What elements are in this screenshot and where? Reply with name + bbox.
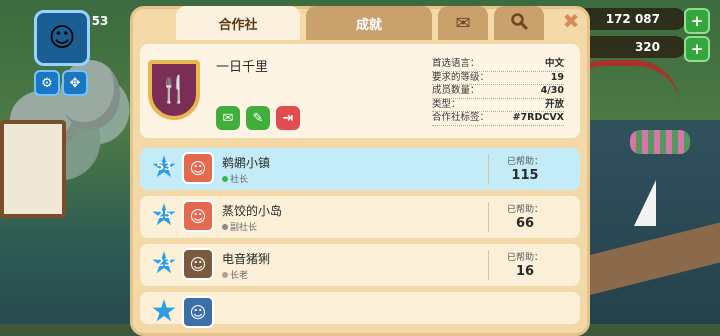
- gems-counter: 320: [576, 36, 686, 58]
- tab-coop[interactable]: 合作社: [176, 6, 300, 40]
- club-info-card: 🍴 一日千里 ✉ ✎ ⇥ 首选语言： 中文 要求的等级： 19 成员数量： 4/30 …: [140, 44, 580, 138]
- stat-value: 4/30: [540, 85, 564, 96]
- help-label: 已帮助：: [506, 205, 543, 215]
- member-level: 53: [156, 160, 172, 173]
- gems-value: 320: [634, 40, 660, 54]
- stat-label: 合作社标签：: [432, 112, 490, 123]
- fork-knife-icon: 🍴: [157, 75, 191, 105]
- member-name: 鹈鹕小镇: [222, 156, 271, 170]
- stat-member-count: 成员数量： 4/30: [432, 85, 564, 99]
- exit-icon: ⇥: [282, 110, 294, 126]
- close-icon: ✖: [562, 9, 580, 33]
- close-button[interactable]: ✖: [562, 9, 580, 33]
- pencil-icon: ✎: [252, 110, 264, 126]
- settings-button[interactable]: ⚙: [34, 70, 60, 96]
- help-count: 16: [515, 264, 535, 279]
- member-name: 蒸饺的小岛: [222, 204, 283, 218]
- divider: [488, 250, 489, 280]
- tab-coop-label: 合作社: [218, 17, 258, 33]
- player-level: 53: [91, 14, 109, 28]
- stat-type: 类型： 开放: [432, 98, 564, 112]
- divider: [488, 202, 489, 232]
- tab-achievements-label: 成就: [355, 17, 382, 33]
- stat-value: 开放: [544, 98, 564, 110]
- tab-achievements[interactable]: 成就: [306, 6, 432, 40]
- club-name: 一日千里: [216, 60, 269, 75]
- avatar-face-icon: ☺: [48, 23, 76, 53]
- member-row[interactable]: ★ 25 ☺ 蒸饺的小岛 副社长 已帮助： 66: [140, 196, 580, 238]
- gear-icon: ⚙: [41, 75, 53, 91]
- role-dot-icon: [222, 224, 228, 230]
- player-avatar[interactable]: ☺: [34, 10, 90, 66]
- member-avatar: ☺: [182, 248, 214, 280]
- member-row[interactable]: ★ 23 ☺ 电音猪猁 长老 已帮助： 16: [140, 244, 580, 286]
- help-label: 已帮助：: [506, 253, 543, 263]
- flower-bed: [630, 130, 690, 154]
- stat-label: 要求的等级：: [432, 71, 490, 83]
- coins-value: 172 087: [605, 12, 660, 26]
- member-row-partial[interactable]: ★ ☺: [140, 292, 580, 329]
- club-emblem: 🍴: [148, 60, 200, 120]
- sailboat: [634, 180, 656, 226]
- member-row[interactable]: ★ 53 ☺ 鹈鹕小镇 社长 已帮助： 115: [140, 148, 580, 190]
- member-role: 副社长: [222, 220, 257, 233]
- role-dot-icon: [222, 272, 228, 278]
- search-icon: [510, 12, 528, 34]
- avatar-face-icon: ☺: [189, 254, 207, 274]
- stat-label: 首选语言：: [432, 58, 480, 69]
- help-label: 已帮助：: [506, 157, 543, 167]
- edit-button[interactable]: ✎: [246, 106, 270, 130]
- member-level: 23: [156, 256, 172, 269]
- member-avatar: ☺: [182, 152, 214, 184]
- stat-value: #7RDCVX: [512, 112, 564, 123]
- coins-counter: 172 087: [576, 8, 686, 30]
- member-avatar: ☺: [182, 200, 214, 232]
- move-button[interactable]: ✥: [62, 70, 88, 96]
- stat-required-level: 要求的等级： 19: [432, 71, 564, 85]
- role-label: 副社长: [230, 223, 258, 233]
- member-role: 社长: [222, 172, 248, 185]
- stat-language: 首选语言： 中文: [432, 58, 564, 72]
- stat-value: 中文: [544, 58, 564, 69]
- role-dot-icon: [222, 176, 228, 182]
- message-button[interactable]: ✉: [216, 106, 240, 130]
- member-avatar: ☺: [182, 296, 214, 328]
- stat-label: 成员数量：: [432, 85, 480, 96]
- stat-tag: 合作社标签： #7RDCVX: [432, 112, 564, 126]
- add-gems-button[interactable]: +: [684, 36, 710, 62]
- member-level: 25: [156, 208, 172, 221]
- role-label: 长老: [230, 271, 249, 281]
- avatar-face-icon: ☺: [189, 158, 207, 178]
- member-name: 电音猪猁: [222, 252, 271, 266]
- tab-search[interactable]: [494, 6, 544, 40]
- mail-icon: ✉: [222, 110, 234, 126]
- divider: [488, 154, 489, 184]
- notice-board: [0, 120, 66, 218]
- leave-button[interactable]: ⇥: [276, 106, 300, 130]
- add-coins-button[interactable]: +: [684, 8, 710, 34]
- help-count: 66: [515, 216, 535, 231]
- tab-mail[interactable]: ✉: [438, 6, 488, 40]
- stat-label: 类型：: [432, 98, 461, 110]
- move-icon: ✥: [69, 75, 81, 91]
- help-count: 115: [511, 168, 539, 183]
- stat-value: 19: [550, 71, 564, 83]
- club-stats: 首选语言： 中文 要求的等级： 19 成员数量： 4/30 类型： 开放 合作社标签： #…: [432, 58, 564, 126]
- avatar-face-icon: ☺: [189, 302, 207, 322]
- mail-icon: ✉: [455, 12, 471, 34]
- role-label: 社长: [230, 175, 249, 185]
- member-role: 长老: [222, 268, 248, 281]
- avatar-face-icon: ☺: [189, 206, 207, 226]
- level-star-icon: ★: [150, 294, 178, 329]
